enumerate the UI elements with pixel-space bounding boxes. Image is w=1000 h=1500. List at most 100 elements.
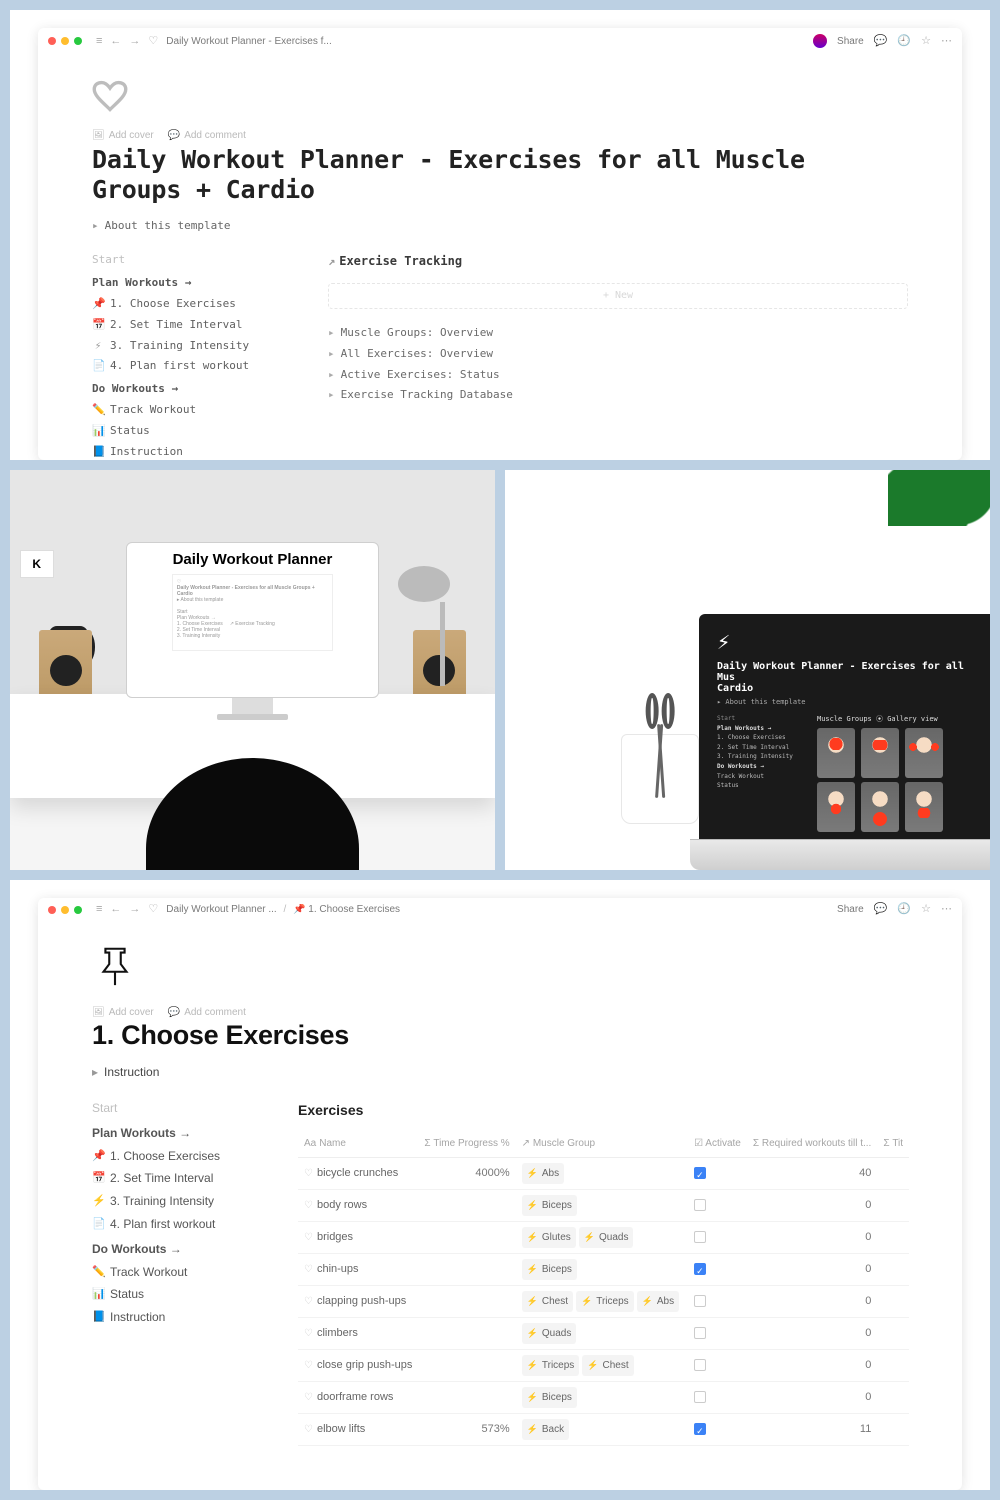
do-workouts-group[interactable]: Do Workouts → xyxy=(92,379,292,400)
link-status[interactable]: 📊Status xyxy=(92,1283,262,1306)
close-icon[interactable] xyxy=(48,906,56,914)
muscle-tag[interactable]: Abs xyxy=(522,1163,564,1184)
instruction-toggle[interactable]: Instruction xyxy=(92,1065,908,1079)
comments-icon[interactable]: 💬 xyxy=(874,36,888,47)
breadcrumb[interactable]: Daily Workout Planner - Exercises f... xyxy=(166,36,331,47)
activate-checkbox[interactable] xyxy=(694,1423,706,1435)
activate-checkbox[interactable] xyxy=(694,1199,706,1211)
traffic-lights[interactable] xyxy=(48,37,82,45)
link-all-exercises[interactable]: All Exercises: Overview xyxy=(328,344,908,365)
avatar[interactable] xyxy=(813,34,827,48)
muscle-tag[interactable]: Biceps xyxy=(522,1195,577,1216)
add-cover-button[interactable]: 🖼Add cover xyxy=(92,1007,154,1018)
add-cover-button[interactable]: 🖼Add cover xyxy=(92,130,154,141)
nav-back-icon[interactable]: ← xyxy=(110,36,121,47)
more-icon[interactable]: ⋯ xyxy=(941,904,952,915)
new-item-placeholder[interactable]: + New xyxy=(328,283,908,309)
do-workouts-group[interactable]: Do Workouts → xyxy=(92,1238,262,1261)
about-toggle[interactable]: About this template xyxy=(92,219,908,232)
table-row[interactable]: ♡doorframe rowsBiceps0 xyxy=(298,1381,909,1413)
link-active-status[interactable]: Active Exercises: Status xyxy=(328,365,908,386)
nav-forward-icon[interactable]: → xyxy=(129,904,140,915)
muscle-tag[interactable]: Quads xyxy=(522,1323,577,1344)
updates-icon[interactable]: 🕘 xyxy=(897,904,911,915)
nav-forward-icon[interactable]: → xyxy=(129,36,140,47)
nav-back-icon[interactable]: ← xyxy=(110,904,121,915)
muscle-tag[interactable]: Back xyxy=(522,1419,569,1440)
page-icon-pin[interactable] xyxy=(92,943,138,989)
add-comment-button[interactable]: 💬Add comment xyxy=(168,1007,246,1018)
exercises-db-title[interactable]: Exercises xyxy=(298,1097,909,1124)
link-time-interval[interactable]: 📅2. Set Time Interval xyxy=(92,315,292,336)
link-instruction[interactable]: 📘Instruction xyxy=(92,1306,262,1329)
muscle-tag[interactable]: Abs xyxy=(637,1291,679,1312)
table-row[interactable]: ♡chin-upsBiceps0 xyxy=(298,1253,909,1285)
link-status[interactable]: 📊Status xyxy=(92,421,292,442)
table-row[interactable]: ♡climbersQuads0 xyxy=(298,1317,909,1349)
plan-workouts-group[interactable]: Plan Workouts → xyxy=(92,1122,262,1145)
zoom-icon[interactable] xyxy=(74,906,82,914)
link-instruction[interactable]: 📘Instruction xyxy=(92,442,292,460)
col-tit[interactable]: Σ Tit xyxy=(877,1130,909,1158)
comments-icon[interactable]: 💬 xyxy=(874,904,888,915)
minimize-icon[interactable] xyxy=(61,37,69,45)
activate-checkbox[interactable] xyxy=(694,1327,706,1339)
muscle-tag[interactable]: Biceps xyxy=(522,1387,577,1408)
table-row[interactable]: ♡close grip push-upsTricepsChest0 xyxy=(298,1349,909,1381)
muscle-tag[interactable]: Glutes xyxy=(522,1227,576,1248)
link-intensity[interactable]: ⚡3. Training Intensity xyxy=(92,336,292,357)
col-required[interactable]: Σ Required workouts till t... xyxy=(747,1130,877,1158)
link-intensity[interactable]: ⚡3. Training Intensity xyxy=(92,1190,262,1213)
sidebar-toggle-icon[interactable]: ≡ xyxy=(96,904,102,915)
table-row[interactable]: ♡bridgesGlutesQuads0 xyxy=(298,1221,909,1253)
col-name[interactable]: AaName xyxy=(298,1130,418,1158)
activate-checkbox[interactable] xyxy=(694,1167,706,1179)
table-row[interactable]: ♡elbow lifts573%Back11 xyxy=(298,1414,909,1446)
col-muscle[interactable]: ↗ Muscle Group xyxy=(516,1130,688,1158)
pencil-icon: ✏️ xyxy=(92,400,104,421)
plan-workouts-group[interactable]: Plan Workouts → xyxy=(92,273,292,294)
zoom-icon[interactable] xyxy=(74,37,82,45)
minimize-icon[interactable] xyxy=(61,906,69,914)
exercise-tracking-link[interactable]: ↗Exercise Tracking xyxy=(328,250,908,273)
link-track-workout[interactable]: ✏️Track Workout xyxy=(92,1261,262,1284)
link-time-interval[interactable]: 📅2. Set Time Interval xyxy=(92,1167,262,1190)
page-icon-heart[interactable] xyxy=(92,80,128,112)
table-row[interactable]: ♡bicycle crunches4000%Abs40 xyxy=(298,1157,909,1189)
sidebar-toggle-icon[interactable]: ≡ xyxy=(96,36,102,47)
close-icon[interactable] xyxy=(48,37,56,45)
table-row[interactable]: ♡body rowsBiceps0 xyxy=(298,1189,909,1221)
col-progress[interactable]: Σ Time Progress % xyxy=(418,1130,515,1158)
activate-checkbox[interactable] xyxy=(694,1231,706,1243)
activate-checkbox[interactable] xyxy=(694,1295,706,1307)
muscle-tag[interactable]: Chest xyxy=(582,1355,633,1376)
breadcrumb[interactable]: Daily Workout Planner ... / 📌 1. Choose … xyxy=(166,904,400,915)
table-row[interactable]: ♡clapping push-upsChestTricepsAbs0 xyxy=(298,1285,909,1317)
traffic-lights[interactable] xyxy=(48,906,82,914)
activate-checkbox[interactable] xyxy=(694,1391,706,1403)
add-comment-button[interactable]: 💬Add comment xyxy=(168,130,246,141)
favorite-icon[interactable]: ☆ xyxy=(921,36,931,47)
updates-icon[interactable]: 🕘 xyxy=(897,36,911,47)
muscle-tag[interactable]: Quads xyxy=(579,1227,634,1248)
col-activate[interactable]: ☑ Activate xyxy=(688,1130,747,1158)
link-plan-first[interactable]: 📄4. Plan first workout xyxy=(92,356,292,377)
link-track-workout[interactable]: ✏️Track Workout xyxy=(92,400,292,421)
link-muscle-overview[interactable]: Muscle Groups: Overview xyxy=(328,323,908,344)
muscle-tag[interactable]: Chest xyxy=(522,1291,573,1312)
link-plan-first[interactable]: 📄4. Plan first workout xyxy=(92,1213,262,1236)
activate-checkbox[interactable] xyxy=(694,1263,706,1275)
link-choose-exercises[interactable]: 📌1. Choose Exercises xyxy=(92,294,292,315)
muscle-tag[interactable]: Triceps xyxy=(522,1355,580,1376)
share-button[interactable]: Share xyxy=(837,36,864,47)
muscle-tag[interactable]: Triceps xyxy=(576,1291,634,1312)
muscle-tag[interactable]: Biceps xyxy=(522,1259,577,1280)
page-title[interactable]: 1. Choose Exercises xyxy=(92,1020,908,1051)
link-tracking-db[interactable]: Exercise Tracking Database xyxy=(328,385,908,406)
activate-checkbox[interactable] xyxy=(694,1359,706,1371)
share-button[interactable]: Share xyxy=(837,904,864,915)
favorite-icon[interactable]: ☆ xyxy=(921,904,931,915)
more-icon[interactable]: ⋯ xyxy=(941,36,952,47)
page-title[interactable]: Daily Workout Planner - Exercises for al… xyxy=(92,145,908,205)
link-choose-exercises[interactable]: 📌1. Choose Exercises xyxy=(92,1145,262,1168)
